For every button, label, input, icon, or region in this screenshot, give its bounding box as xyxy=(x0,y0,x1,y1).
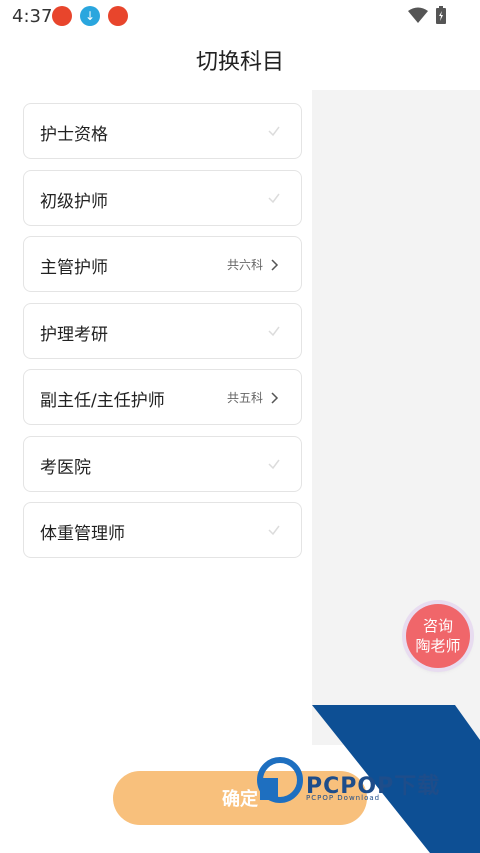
subject-count: 共六科 xyxy=(226,258,263,272)
battery-charging-icon xyxy=(436,6,446,24)
check-icon xyxy=(268,525,280,536)
subject-label: 体重管理师 xyxy=(40,524,125,544)
watermark-subtitle: PCPOP Download xyxy=(306,794,381,802)
consult-teacher-button[interactable]: 咨询 陶老师 xyxy=(406,604,470,668)
subject-item[interactable]: 护理考研 xyxy=(23,302,302,359)
notification-icons: ↓ xyxy=(52,6,128,26)
subject-count: 共五科 xyxy=(226,391,263,405)
subject-label: 护理考研 xyxy=(40,324,108,345)
wifi-icon xyxy=(408,7,428,23)
subject-item[interactable]: 体重管理师 xyxy=(23,502,302,558)
subject-item[interactable]: 副主任/主任护师 共五科 xyxy=(23,369,302,425)
status-time: 4:37 xyxy=(12,6,53,27)
status-bar: 4:37 ↓ xyxy=(0,0,480,32)
page-title: 切换科目 xyxy=(195,50,284,75)
check-icon xyxy=(268,326,280,336)
subject-item[interactable]: 护士资格 xyxy=(23,103,302,159)
app-notification-icon xyxy=(108,6,128,26)
status-icons xyxy=(408,6,446,24)
subject-label: 考医院 xyxy=(40,457,91,478)
consult-line2: 陶老师 xyxy=(415,637,461,655)
check-icon xyxy=(268,126,280,137)
subject-label: 副主任/主任护师 xyxy=(40,391,165,411)
subject-label: 初级护师 xyxy=(40,191,108,212)
app-notification-icon xyxy=(52,6,72,26)
subject-item[interactable]: 初级护师 xyxy=(23,169,302,226)
check-icon xyxy=(268,459,280,469)
chevron-right-icon xyxy=(271,392,279,404)
subject-label: 主管护师 xyxy=(40,258,108,278)
download-notification-icon: ↓ xyxy=(80,6,100,26)
subject-item[interactable]: 考医院 xyxy=(23,435,302,492)
chevron-right-icon xyxy=(271,259,279,271)
check-icon xyxy=(268,193,280,203)
subject-item[interactable]: 主管护师 共六科 xyxy=(23,236,302,292)
subject-list: 护士资格 初级护师 主管护师 共六科 护理考研 副主任/主任护师 共五科 考医院… xyxy=(23,103,302,569)
consult-line1: 咨询 xyxy=(422,617,453,635)
subject-label: 护士资格 xyxy=(40,125,108,145)
